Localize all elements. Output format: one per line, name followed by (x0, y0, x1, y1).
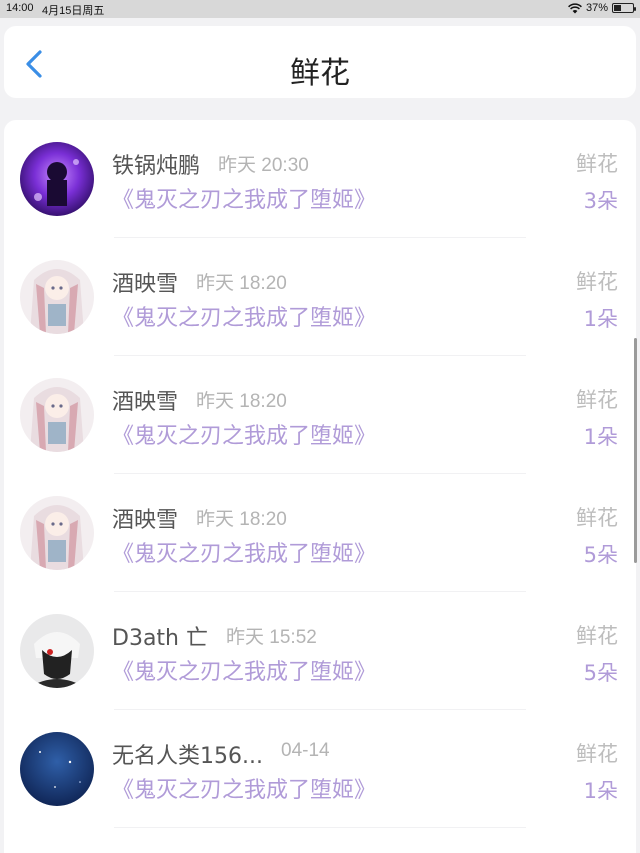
timestamp: 昨天 20:30 (218, 155, 309, 176)
book-title[interactable]: 《鬼灭之刃之我成了堕姬》 (112, 536, 376, 568)
user-name[interactable]: 铁锅炖鹏 (112, 148, 200, 180)
gift-count: 3朵 (583, 189, 618, 213)
avatar[interactable] (20, 496, 94, 570)
status-bar: 14:00 4月15日周五 37% (0, 0, 640, 18)
book-title[interactable]: 《鬼灭之刃之我成了堕姬》 (112, 654, 376, 686)
timestamp: 04-14 (281, 740, 330, 761)
gift-count: 1朵 (583, 779, 618, 803)
status-right: 37% (568, 2, 636, 14)
wifi-icon (568, 2, 582, 13)
user-name[interactable]: 无名人类156... (112, 738, 263, 770)
gift-type: 鲜花 (576, 388, 618, 412)
book-title[interactable]: 《鬼灭之刃之我成了堕姬》 (112, 418, 376, 450)
gift-type: 鲜花 (576, 742, 618, 766)
header: 鲜花 (4, 26, 636, 98)
list-item[interactable]: 铁锅炖鹏 昨天 20:30 《鬼灭之刃之我成了堕姬》 鲜花 3朵 (4, 120, 636, 238)
timestamp: 昨天 18:20 (196, 273, 287, 294)
gift-count: 5朵 (583, 543, 618, 567)
page-title: 鲜花 (290, 56, 350, 91)
avatar[interactable] (20, 260, 94, 334)
battery-fill (614, 5, 621, 11)
timestamp: 昨天 18:20 (196, 391, 287, 412)
gift-count: 5朵 (583, 661, 618, 685)
divider (114, 827, 526, 828)
battery-icon (612, 3, 636, 13)
user-name[interactable]: 酒映雪 (112, 266, 178, 298)
list-item[interactable]: 酒映雪 昨天 18:20 《鬼灭之刃之我成了堕姬》 鲜花 5朵 (4, 474, 636, 592)
list-item[interactable]: 无名人类156... 04-14 《鬼灭之刃之我成了堕姬》 鲜花 1朵 (4, 710, 636, 828)
book-title[interactable]: 《鬼灭之刃之我成了堕姬》 (112, 182, 376, 214)
user-name[interactable]: 酒映雪 (112, 384, 178, 416)
gift-list: 铁锅炖鹏 昨天 20:30 《鬼灭之刃之我成了堕姬》 鲜花 3朵 酒映雪 昨天 … (4, 120, 636, 853)
list-item[interactable]: 酒映雪 昨天 18:20 《鬼灭之刃之我成了堕姬》 鲜花 1朵 (4, 238, 636, 356)
timestamp: 昨天 15:52 (226, 627, 317, 648)
status-time: 14:00 (6, 2, 34, 14)
gift-type: 鲜花 (576, 506, 618, 530)
gift-type: 鲜花 (576, 270, 618, 294)
gift-type: 鲜花 (576, 624, 618, 648)
battery-percent: 37% (585, 2, 608, 14)
avatar[interactable] (20, 614, 94, 688)
book-title[interactable]: 《鬼灭之刃之我成了堕姬》 (112, 300, 376, 332)
avatar[interactable] (20, 732, 94, 806)
book-title[interactable]: 《鬼灭之刃之我成了堕姬》 (112, 772, 376, 804)
gift-type: 鲜花 (576, 152, 618, 176)
user-name[interactable]: D3ath 亡 (112, 620, 208, 652)
status-date: 4月15日周五 (42, 5, 105, 17)
avatar[interactable] (20, 142, 94, 216)
list-item[interactable]: D3ath 亡 昨天 15:52 《鬼灭之刃之我成了堕姬》 鲜花 5朵 (4, 592, 636, 710)
list-item[interactable]: 酒映雪 昨天 18:20 《鬼灭之刃之我成了堕姬》 鲜花 1朵 (4, 356, 636, 474)
gift-count: 1朵 (583, 425, 618, 449)
avatar[interactable] (20, 378, 94, 452)
scrollbar[interactable] (634, 338, 637, 563)
gift-count: 1朵 (583, 307, 618, 331)
timestamp: 昨天 18:20 (196, 509, 287, 530)
user-name[interactable]: 酒映雪 (112, 502, 178, 534)
